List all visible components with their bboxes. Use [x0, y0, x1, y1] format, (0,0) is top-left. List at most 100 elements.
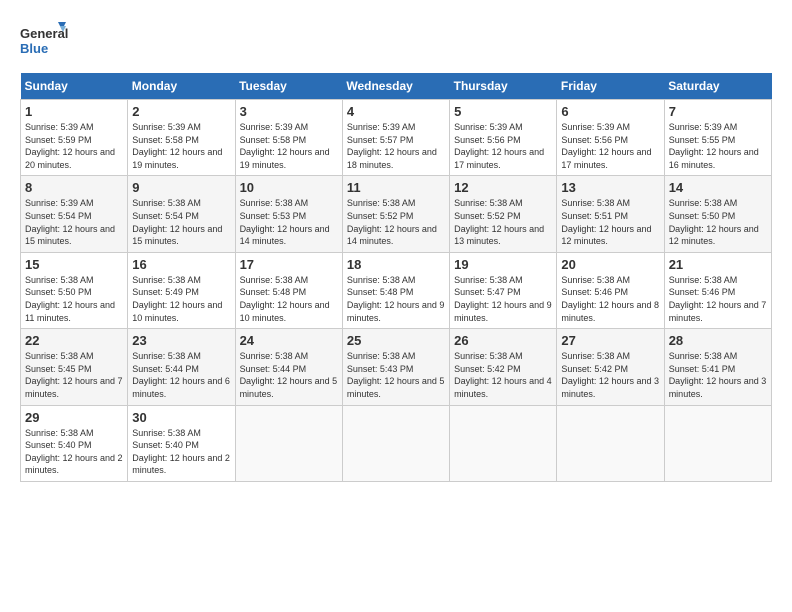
weekday-header-monday: Monday [128, 73, 235, 100]
day-number: 25 [347, 333, 445, 348]
day-cell: 15 Sunrise: 5:38 AMSunset: 5:50 PMDaylig… [21, 252, 128, 328]
day-number: 10 [240, 180, 338, 195]
empty-cell [557, 405, 664, 481]
day-info: Sunrise: 5:38 AMSunset: 5:50 PMDaylight:… [669, 197, 767, 247]
day-cell: 8 Sunrise: 5:39 AMSunset: 5:54 PMDayligh… [21, 176, 128, 252]
day-cell: 26 Sunrise: 5:38 AMSunset: 5:42 PMDaylig… [450, 329, 557, 405]
day-cell: 13 Sunrise: 5:38 AMSunset: 5:51 PMDaylig… [557, 176, 664, 252]
weekday-header-wednesday: Wednesday [342, 73, 449, 100]
calendar-week-row: 29 Sunrise: 5:38 AMSunset: 5:40 PMDaylig… [21, 405, 772, 481]
day-info: Sunrise: 5:38 AMSunset: 5:46 PMDaylight:… [561, 274, 659, 324]
day-number: 13 [561, 180, 659, 195]
day-cell: 11 Sunrise: 5:38 AMSunset: 5:52 PMDaylig… [342, 176, 449, 252]
day-number: 30 [132, 410, 230, 425]
day-number: 7 [669, 104, 767, 119]
day-cell: 2 Sunrise: 5:39 AMSunset: 5:58 PMDayligh… [128, 100, 235, 176]
day-info: Sunrise: 5:39 AMSunset: 5:57 PMDaylight:… [347, 121, 445, 171]
day-info: Sunrise: 5:38 AMSunset: 5:52 PMDaylight:… [454, 197, 552, 247]
day-number: 15 [25, 257, 123, 272]
page-header: General Blue [20, 20, 772, 65]
day-info: Sunrise: 5:39 AMSunset: 5:59 PMDaylight:… [25, 121, 123, 171]
day-info: Sunrise: 5:39 AMSunset: 5:54 PMDaylight:… [25, 197, 123, 247]
weekday-header-saturday: Saturday [664, 73, 771, 100]
weekday-header-sunday: Sunday [21, 73, 128, 100]
day-number: 20 [561, 257, 659, 272]
day-info: Sunrise: 5:38 AMSunset: 5:54 PMDaylight:… [132, 197, 230, 247]
day-cell: 25 Sunrise: 5:38 AMSunset: 5:43 PMDaylig… [342, 329, 449, 405]
day-cell: 19 Sunrise: 5:38 AMSunset: 5:47 PMDaylig… [450, 252, 557, 328]
day-number: 23 [132, 333, 230, 348]
day-number: 19 [454, 257, 552, 272]
day-cell: 1 Sunrise: 5:39 AMSunset: 5:59 PMDayligh… [21, 100, 128, 176]
weekday-header-tuesday: Tuesday [235, 73, 342, 100]
weekday-header-thursday: Thursday [450, 73, 557, 100]
day-info: Sunrise: 5:38 AMSunset: 5:51 PMDaylight:… [561, 197, 659, 247]
day-number: 12 [454, 180, 552, 195]
day-number: 29 [25, 410, 123, 425]
weekday-header-row: SundayMondayTuesdayWednesdayThursdayFrid… [21, 73, 772, 100]
day-number: 21 [669, 257, 767, 272]
generalblue-logo-icon: General Blue [20, 20, 70, 65]
day-info: Sunrise: 5:39 AMSunset: 5:56 PMDaylight:… [561, 121, 659, 171]
day-number: 2 [132, 104, 230, 119]
day-info: Sunrise: 5:38 AMSunset: 5:44 PMDaylight:… [132, 350, 230, 400]
day-info: Sunrise: 5:38 AMSunset: 5:46 PMDaylight:… [669, 274, 767, 324]
day-number: 18 [347, 257, 445, 272]
day-cell: 17 Sunrise: 5:38 AMSunset: 5:48 PMDaylig… [235, 252, 342, 328]
day-number: 26 [454, 333, 552, 348]
day-info: Sunrise: 5:38 AMSunset: 5:40 PMDaylight:… [25, 427, 123, 477]
day-cell: 4 Sunrise: 5:39 AMSunset: 5:57 PMDayligh… [342, 100, 449, 176]
day-number: 8 [25, 180, 123, 195]
day-number: 3 [240, 104, 338, 119]
day-info: Sunrise: 5:39 AMSunset: 5:56 PMDaylight:… [454, 121, 552, 171]
day-cell: 16 Sunrise: 5:38 AMSunset: 5:49 PMDaylig… [128, 252, 235, 328]
day-number: 17 [240, 257, 338, 272]
day-number: 5 [454, 104, 552, 119]
day-info: Sunrise: 5:38 AMSunset: 5:40 PMDaylight:… [132, 427, 230, 477]
day-cell: 24 Sunrise: 5:38 AMSunset: 5:44 PMDaylig… [235, 329, 342, 405]
day-cell: 18 Sunrise: 5:38 AMSunset: 5:48 PMDaylig… [342, 252, 449, 328]
day-number: 4 [347, 104, 445, 119]
svg-text:Blue: Blue [20, 41, 48, 56]
day-number: 1 [25, 104, 123, 119]
day-info: Sunrise: 5:38 AMSunset: 5:53 PMDaylight:… [240, 197, 338, 247]
day-cell: 21 Sunrise: 5:38 AMSunset: 5:46 PMDaylig… [664, 252, 771, 328]
day-cell: 14 Sunrise: 5:38 AMSunset: 5:50 PMDaylig… [664, 176, 771, 252]
day-cell: 20 Sunrise: 5:38 AMSunset: 5:46 PMDaylig… [557, 252, 664, 328]
empty-cell [450, 405, 557, 481]
day-info: Sunrise: 5:39 AMSunset: 5:58 PMDaylight:… [240, 121, 338, 171]
empty-cell [342, 405, 449, 481]
day-number: 9 [132, 180, 230, 195]
day-cell: 12 Sunrise: 5:38 AMSunset: 5:52 PMDaylig… [450, 176, 557, 252]
day-cell: 7 Sunrise: 5:39 AMSunset: 5:55 PMDayligh… [664, 100, 771, 176]
day-cell: 29 Sunrise: 5:38 AMSunset: 5:40 PMDaylig… [21, 405, 128, 481]
day-number: 14 [669, 180, 767, 195]
day-info: Sunrise: 5:39 AMSunset: 5:58 PMDaylight:… [132, 121, 230, 171]
day-cell: 3 Sunrise: 5:39 AMSunset: 5:58 PMDayligh… [235, 100, 342, 176]
day-info: Sunrise: 5:38 AMSunset: 5:42 PMDaylight:… [561, 350, 659, 400]
day-number: 16 [132, 257, 230, 272]
day-info: Sunrise: 5:38 AMSunset: 5:49 PMDaylight:… [132, 274, 230, 324]
calendar-table: SundayMondayTuesdayWednesdayThursdayFrid… [20, 73, 772, 482]
calendar-week-row: 8 Sunrise: 5:39 AMSunset: 5:54 PMDayligh… [21, 176, 772, 252]
day-number: 27 [561, 333, 659, 348]
day-cell: 6 Sunrise: 5:39 AMSunset: 5:56 PMDayligh… [557, 100, 664, 176]
calendar-week-row: 1 Sunrise: 5:39 AMSunset: 5:59 PMDayligh… [21, 100, 772, 176]
day-number: 22 [25, 333, 123, 348]
day-info: Sunrise: 5:38 AMSunset: 5:44 PMDaylight:… [240, 350, 338, 400]
day-number: 28 [669, 333, 767, 348]
logo: General Blue [20, 20, 70, 65]
day-info: Sunrise: 5:38 AMSunset: 5:48 PMDaylight:… [347, 274, 445, 324]
day-number: 11 [347, 180, 445, 195]
day-info: Sunrise: 5:38 AMSunset: 5:43 PMDaylight:… [347, 350, 445, 400]
empty-cell [235, 405, 342, 481]
day-cell: 10 Sunrise: 5:38 AMSunset: 5:53 PMDaylig… [235, 176, 342, 252]
day-info: Sunrise: 5:38 AMSunset: 5:47 PMDaylight:… [454, 274, 552, 324]
day-cell: 5 Sunrise: 5:39 AMSunset: 5:56 PMDayligh… [450, 100, 557, 176]
day-info: Sunrise: 5:38 AMSunset: 5:41 PMDaylight:… [669, 350, 767, 400]
day-cell: 28 Sunrise: 5:38 AMSunset: 5:41 PMDaylig… [664, 329, 771, 405]
day-info: Sunrise: 5:39 AMSunset: 5:55 PMDaylight:… [669, 121, 767, 171]
day-cell: 30 Sunrise: 5:38 AMSunset: 5:40 PMDaylig… [128, 405, 235, 481]
day-cell: 23 Sunrise: 5:38 AMSunset: 5:44 PMDaylig… [128, 329, 235, 405]
day-cell: 9 Sunrise: 5:38 AMSunset: 5:54 PMDayligh… [128, 176, 235, 252]
